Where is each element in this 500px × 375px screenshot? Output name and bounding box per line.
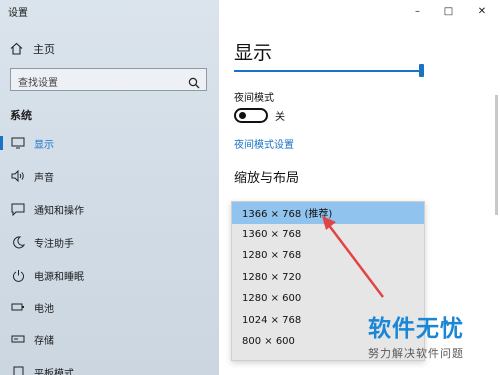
watermark-main: 软件无忧 [368, 316, 464, 342]
watermark-sub: 努力解决软件问题 [368, 347, 464, 360]
watermark-logo: 软件无忧 努力解决软件问题 [368, 309, 496, 369]
